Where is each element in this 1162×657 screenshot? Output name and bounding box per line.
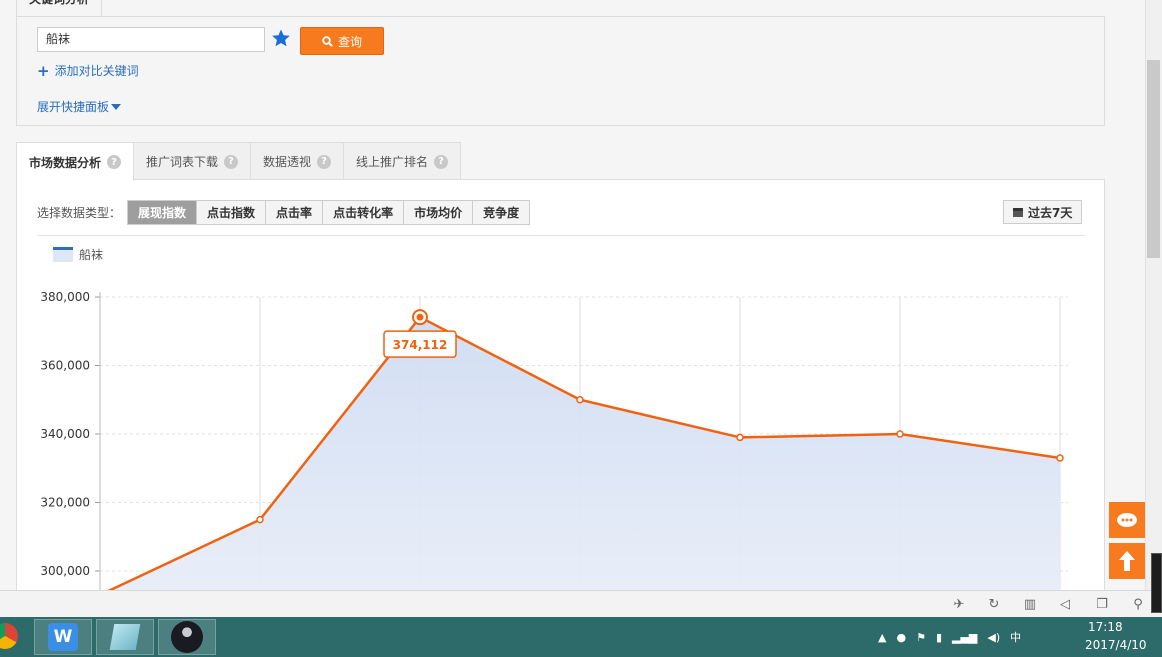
clock-time[interactable]: 17:18 bbox=[1088, 620, 1123, 634]
notes-app-button[interactable] bbox=[96, 619, 154, 655]
browser-bottom-bar: ✈ ↻ ▥ ◁ ❐ ⚲ bbox=[0, 590, 1162, 617]
pin-icon[interactable]: ✈ bbox=[951, 596, 967, 612]
battery-icon[interactable]: ▮ bbox=[936, 631, 942, 644]
speaker-icon[interactable]: ◁ bbox=[1057, 596, 1073, 612]
chat-icon bbox=[1117, 513, 1137, 527]
tab-label: 市场数据分析 bbox=[29, 155, 102, 170]
ime-icon[interactable]: 中 bbox=[1010, 629, 1021, 645]
taskbar: W ▲ ● ⚑ ▮ ▂▄▆ ◀) 中 17:18 2017/4/10 bbox=[0, 617, 1162, 657]
y-tick-label: 380,000 bbox=[40, 290, 90, 304]
y-tick-label: 300,000 bbox=[40, 564, 90, 578]
notes-icon bbox=[109, 624, 141, 650]
system-tray: ▲ ● ⚑ ▮ ▂▄▆ ◀) 中 bbox=[878, 617, 1021, 657]
page-background: 关键词分析 船袜 查询 + 添加对比关键词 展开快捷面板 市场数据分析 ? 推广… bbox=[0, 0, 1145, 590]
window-icon[interactable]: ❐ bbox=[1094, 596, 1110, 612]
trend-chart: 380,000 360,000 340,000 320,000 300,000 374,1… bbox=[40, 290, 1068, 590]
refresh-icon[interactable]: ↻ bbox=[986, 596, 1002, 612]
keyword-analysis-tab[interactable]: 关键词分析 bbox=[16, 0, 102, 16]
y-tick-label: 360,000 bbox=[40, 359, 90, 373]
tray-expand-icon[interactable]: ▲ bbox=[878, 631, 886, 644]
search-icon[interactable]: ⚲ bbox=[1130, 596, 1146, 612]
avatar-app-button[interactable] bbox=[158, 619, 216, 655]
tab-market-data[interactable]: 市场数据分析 ? bbox=[16, 142, 135, 181]
wps-icon: W bbox=[48, 623, 78, 651]
volume-meter bbox=[1151, 553, 1162, 613]
flag-icon[interactable]: ⚑ bbox=[916, 631, 926, 644]
data-point bbox=[576, 396, 584, 404]
wps-app-button[interactable]: W bbox=[34, 619, 92, 655]
data-point bbox=[896, 430, 904, 438]
y-tick-label: 320,000 bbox=[40, 496, 90, 510]
trash-icon[interactable]: ▥ bbox=[1022, 596, 1038, 612]
y-tick-label: 340,000 bbox=[40, 427, 90, 441]
chrome-icon[interactable] bbox=[0, 623, 18, 649]
clock-date[interactable]: 2017/4/10 bbox=[1085, 638, 1147, 652]
data-point bbox=[256, 515, 264, 524]
qq-icon[interactable]: ● bbox=[896, 631, 906, 644]
help-icon[interactable]: ? bbox=[107, 155, 122, 169]
data-point bbox=[1056, 454, 1064, 462]
avatar-app-icon bbox=[171, 621, 203, 653]
data-point bbox=[416, 313, 424, 321]
customer-service-button[interactable] bbox=[1109, 502, 1145, 538]
signal-icon[interactable]: ▂▄▆ bbox=[952, 631, 977, 644]
volume-icon[interactable]: ◀) bbox=[987, 631, 1000, 644]
scrollbar-thumb[interactable] bbox=[1147, 60, 1160, 258]
data-point bbox=[736, 433, 744, 442]
tooltip-value: 374,112 bbox=[393, 338, 448, 352]
back-to-top-button[interactable] bbox=[1109, 543, 1145, 579]
arrow-up-icon bbox=[1119, 551, 1135, 571]
